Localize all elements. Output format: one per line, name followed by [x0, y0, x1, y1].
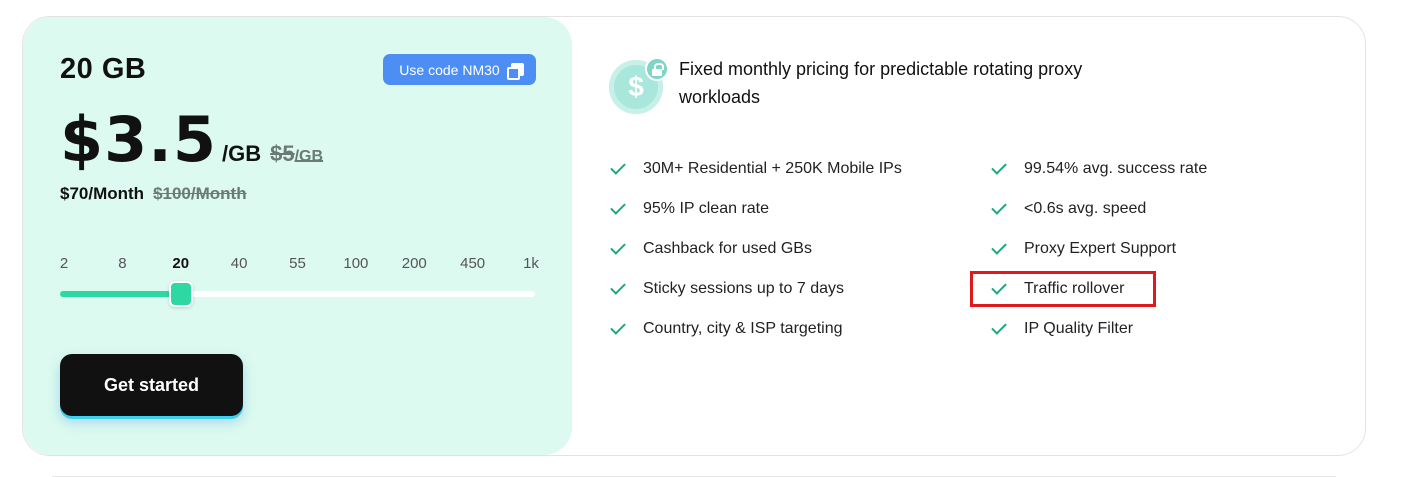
- slider-tick-2[interactable]: 20: [172, 255, 189, 272]
- feature-item: <0.6s avg. speed: [990, 197, 1146, 221]
- check-icon: [990, 237, 1009, 261]
- monthly-price: $70/Month $100/Month: [60, 184, 247, 204]
- promo-code-label: Use code NM30: [399, 61, 500, 78]
- benefits-panel: $ Fixed monthly pricing for predictable …: [572, 17, 1365, 455]
- check-icon: [609, 157, 628, 181]
- price-row: $3.5 /GB $5/GB: [60, 103, 323, 176]
- feature-item: Sticky sessions up to 7 days: [609, 277, 844, 301]
- feature-label: 30M+ Residential + 250K Mobile IPs: [643, 160, 902, 177]
- pricing-card: 20 GB Use code NM30 $3.5 /GB $5/GB $70/M…: [22, 16, 1366, 456]
- old-price: $5/GB: [270, 141, 323, 167]
- benefits-headline: Fixed monthly pricing for predictable ro…: [679, 59, 1083, 107]
- slider-fill: [60, 291, 181, 297]
- feature-item: Country, city & ISP targeting: [609, 317, 843, 341]
- feature-item: Proxy Expert Support: [990, 237, 1176, 261]
- check-icon: [990, 317, 1009, 341]
- slider-tick-6[interactable]: 200: [402, 255, 427, 272]
- old-price-value: $5: [270, 141, 295, 166]
- feature-label: Proxy Expert Support: [1024, 240, 1177, 257]
- plan-panel: 20 GB Use code NM30 $3.5 /GB $5/GB $70/M…: [23, 17, 572, 455]
- slider-tick-labels: 2 8 20 40 55 100 200 450 1k: [60, 255, 539, 275]
- price-unit: /GB: [221, 141, 262, 166]
- slider-tick-8[interactable]: 1k: [523, 255, 539, 272]
- get-started-button[interactable]: Get started: [60, 354, 243, 416]
- slider-tick-5[interactable]: 100: [343, 255, 368, 272]
- slider-tick-1[interactable]: 8: [118, 255, 126, 272]
- slider-thumb[interactable]: [168, 281, 193, 307]
- feature-label: <0.6s avg. speed: [1024, 200, 1147, 217]
- promo-code-button[interactable]: Use code NM30: [383, 54, 536, 85]
- slider-tick-0[interactable]: 2: [60, 255, 68, 272]
- check-icon: [990, 277, 1009, 301]
- feature-item: 99.54% avg. success rate: [990, 157, 1207, 181]
- copy-icon: [506, 63, 524, 80]
- slider-tick-4[interactable]: 55: [289, 255, 306, 272]
- check-icon: [609, 237, 628, 261]
- feature-item: Cashback for used GBs: [609, 237, 812, 261]
- feature-item: 95% IP clean rate: [609, 197, 769, 221]
- feature-label: IP Quality Filter: [1024, 320, 1134, 337]
- price-per-gb: $3.5: [60, 103, 217, 176]
- check-icon: [609, 197, 628, 221]
- slider-tick-3[interactable]: 40: [231, 255, 248, 272]
- plan-size: 20 GB: [60, 53, 147, 85]
- gb-slider[interactable]: [60, 281, 535, 307]
- feature-label: Cashback for used GBs: [643, 240, 812, 257]
- check-icon: [990, 157, 1009, 181]
- check-icon: [990, 197, 1009, 221]
- feature-label: 95% IP clean rate: [643, 200, 770, 217]
- check-icon: [609, 277, 628, 301]
- monthly-price-value: $70/Month: [60, 184, 145, 203]
- monthly-old-price: $100/Month: [153, 184, 247, 203]
- feature-label: Sticky sessions up to 7 days: [643, 280, 844, 297]
- feature-item: 30M+ Residential + 250K Mobile IPs: [609, 157, 902, 181]
- feature-item: IP Quality Filter: [990, 317, 1133, 341]
- lock-icon: [645, 57, 669, 81]
- feature-label: 99.54% avg. success rate: [1024, 160, 1208, 177]
- check-icon: [609, 317, 628, 341]
- feature-label: Country, city & ISP targeting: [643, 320, 843, 337]
- old-price-unit: /GB: [294, 148, 324, 165]
- feature-item-highlighted: Traffic rollover: [969, 271, 1157, 307]
- slider-tick-7[interactable]: 450: [460, 255, 485, 272]
- feature-label: Traffic rollover: [1024, 280, 1125, 297]
